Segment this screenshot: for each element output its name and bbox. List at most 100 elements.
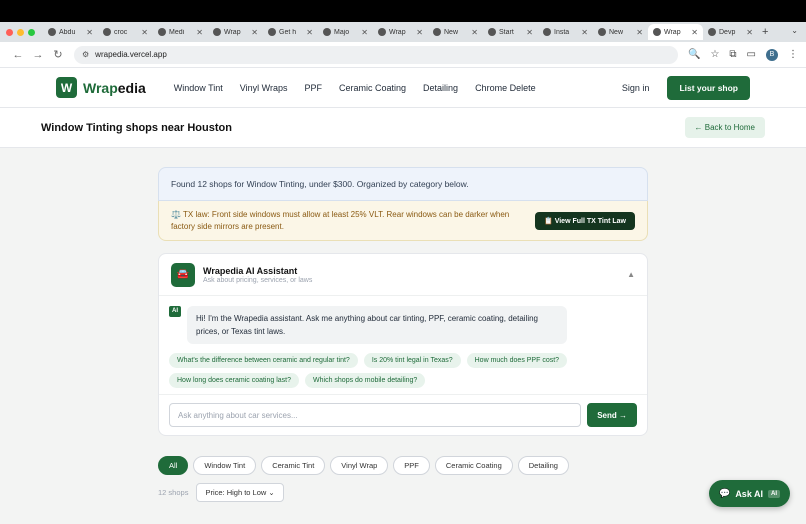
filter-pill[interactable]: All bbox=[158, 456, 189, 475]
sign-in-link[interactable]: Sign in bbox=[622, 83, 650, 93]
browser-tab[interactable]: New ✕ bbox=[593, 24, 648, 40]
category-filters: All Window Tint Ceramic Tint Vinyl Wrap PPF C… bbox=[158, 456, 648, 475]
browser-tab[interactable]: New ✕ bbox=[428, 24, 483, 40]
github-icon bbox=[543, 28, 551, 36]
browser-tab-label: Wrap bbox=[664, 28, 681, 36]
zoom-icon[interactable]: 🔍 bbox=[688, 49, 700, 60]
close-tab-icon[interactable]: ✕ bbox=[746, 28, 753, 37]
filter-pill[interactable]: PPF bbox=[393, 456, 430, 475]
ask-ai-badge: AI bbox=[768, 489, 780, 498]
list-your-shop-button[interactable]: List your shop bbox=[667, 75, 750, 100]
globe-icon bbox=[213, 28, 221, 36]
doc-icon bbox=[268, 28, 276, 36]
assistant-input-row: Send → bbox=[159, 394, 647, 435]
browser-tab[interactable]: Start ✕ bbox=[483, 24, 538, 40]
shop-count: 12 shops bbox=[158, 488, 189, 497]
minimize-window-button[interactable] bbox=[17, 28, 24, 36]
globe-icon bbox=[708, 28, 716, 36]
browser-tab[interactable]: Wrap ✕ bbox=[373, 24, 428, 40]
close-tab-icon[interactable]: ✕ bbox=[636, 28, 643, 37]
close-tab-icon[interactable]: ✕ bbox=[141, 28, 148, 37]
close-tab-icon[interactable]: ✕ bbox=[691, 28, 698, 37]
filter-pill[interactable]: Ceramic Tint bbox=[261, 456, 326, 475]
nav-item[interactable]: Vinyl Wraps bbox=[240, 83, 288, 93]
bookmark-star-icon[interactable]: ☆ bbox=[710, 49, 719, 60]
view-tint-law-button[interactable]: 📋 View Full TX Tint Law bbox=[535, 211, 635, 230]
logo[interactable]: W Wrapedia bbox=[56, 77, 146, 98]
browser-tab[interactable]: Devp ✕ bbox=[703, 24, 758, 40]
browser-tab[interactable]: Get h ✕ bbox=[263, 24, 318, 40]
close-tab-icon[interactable]: ✕ bbox=[526, 28, 533, 37]
filter-pill[interactable]: Vinyl Wrap bbox=[330, 456, 389, 475]
assistant-subtitle: Ask about pricing, services, or laws bbox=[203, 276, 313, 284]
cast-icon[interactable]: ▭ bbox=[747, 49, 756, 60]
browser-tab[interactable]: Medi ✕ bbox=[153, 24, 208, 40]
close-tab-icon[interactable]: ✕ bbox=[86, 28, 93, 37]
page-title-bar: Window Tinting shops near Houston ← Back… bbox=[0, 108, 806, 148]
browser-tab[interactable]: Wrap ✕ bbox=[208, 24, 263, 40]
filter-pill[interactable]: Detailing bbox=[517, 456, 569, 475]
close-tab-icon[interactable]: ✕ bbox=[581, 28, 588, 37]
browser-tab-label: Get h bbox=[279, 28, 297, 36]
browser-tab[interactable]: Wrap ✕ bbox=[648, 24, 703, 40]
new-tab-plus-icon[interactable]: + bbox=[762, 26, 768, 38]
tint-law-notice: ⚖️ TX law: Front side windows must allow… bbox=[158, 201, 648, 241]
sort-select[interactable]: Price: High to Low ⌄ bbox=[196, 483, 284, 502]
profile-avatar[interactable]: B bbox=[766, 48, 778, 61]
assistant-title-block: Wrapedia AI Assistant Ask about pricing,… bbox=[203, 266, 312, 284]
back-to-home-button[interactable]: ← Back to Home bbox=[684, 117, 765, 138]
github-icon bbox=[103, 28, 111, 36]
nav-item[interactable]: Detailing bbox=[423, 83, 458, 93]
filter-pill[interactable]: Window Tint bbox=[193, 456, 257, 475]
suggestion-chip[interactable]: Is 20% tint legal in Texas? bbox=[363, 353, 461, 368]
browser-tab[interactable]: Insta ✕ bbox=[538, 24, 593, 40]
url-field[interactable]: ⚙ wrapedia.vercel.app bbox=[74, 45, 678, 64]
close-tab-icon[interactable]: ✕ bbox=[361, 28, 368, 37]
browser-tab-label: Devp bbox=[719, 28, 736, 36]
triangle-icon bbox=[598, 28, 606, 36]
site-header: W Wrapedia Window Tint Vinyl Wraps PPF Cera… bbox=[0, 68, 806, 108]
browser-tab-label: New bbox=[444, 28, 459, 36]
logo-text-dark: edia bbox=[117, 79, 146, 96]
suggestion-chip[interactable]: What's the difference between ceramic an… bbox=[169, 353, 358, 368]
ask-ai-label: Ask AI bbox=[735, 488, 763, 499]
tab-list: Abdu ✕ croc ✕ Medi ✕ Wrap ✕ Get h ✕ Majo ✕ Wrap ✕ New ✕… bbox=[43, 24, 758, 40]
suggestion-chip[interactable]: How much does PPF cost? bbox=[466, 353, 568, 368]
close-tab-icon[interactable]: ✕ bbox=[196, 28, 203, 37]
shield-icon bbox=[323, 28, 331, 36]
reload-icon[interactable]: ↻ bbox=[48, 48, 68, 61]
ask-ai-floating-button[interactable]: 💬 Ask AI AI bbox=[709, 480, 790, 507]
browser-tab[interactable]: Abdu ✕ bbox=[43, 24, 98, 40]
site-settings-icon[interactable]: ⚙ bbox=[82, 50, 89, 59]
nav-item[interactable]: Window Tint bbox=[174, 83, 223, 93]
assistant-car-icon: 🚘 bbox=[171, 262, 195, 287]
assistant-header[interactable]: 🚘 Wrapedia AI Assistant Ask about pricin… bbox=[159, 254, 647, 296]
close-window-button[interactable] bbox=[6, 28, 13, 36]
browser-menu-icon[interactable]: ⋮ bbox=[788, 49, 798, 60]
assistant-question-input[interactable] bbox=[169, 403, 582, 427]
nav-item[interactable]: Ceramic Coating bbox=[339, 83, 406, 93]
send-button[interactable]: Send → bbox=[587, 403, 637, 427]
extensions-icon[interactable]: ⧉ bbox=[729, 49, 736, 60]
forward-arrow-icon[interactable]: → bbox=[28, 49, 48, 61]
suggestion-chip[interactable]: How long does ceramic coating last? bbox=[169, 373, 300, 388]
globe-icon bbox=[433, 28, 441, 36]
globe-icon bbox=[158, 28, 166, 36]
close-tab-icon[interactable]: ✕ bbox=[471, 28, 478, 37]
nav-item[interactable]: Chrome Delete bbox=[475, 83, 536, 93]
maximize-window-button[interactable] bbox=[28, 28, 35, 36]
suggestion-chip[interactable]: Which shops do mobile detailing? bbox=[305, 373, 426, 388]
results-content: Found 12 shops for Window Tinting, under… bbox=[158, 167, 648, 502]
close-tab-icon[interactable]: ✕ bbox=[416, 28, 423, 37]
browser-tab[interactable]: Majo ✕ bbox=[318, 24, 373, 40]
close-tab-icon[interactable]: ✕ bbox=[306, 28, 313, 37]
tab-search-chevron-icon[interactable]: ⌄ bbox=[791, 26, 798, 35]
nav-item[interactable]: PPF bbox=[304, 83, 322, 93]
close-tab-icon[interactable]: ✕ bbox=[251, 28, 258, 37]
browser-tab[interactable]: croc ✕ bbox=[98, 24, 153, 40]
browser-tab-label: Insta bbox=[554, 28, 570, 36]
logo-mark: W bbox=[56, 77, 77, 98]
collapse-chevron-icon[interactable]: ▲ bbox=[627, 270, 635, 279]
filter-pill[interactable]: Ceramic Coating bbox=[434, 456, 513, 475]
back-arrow-icon[interactable]: ← bbox=[8, 49, 28, 61]
